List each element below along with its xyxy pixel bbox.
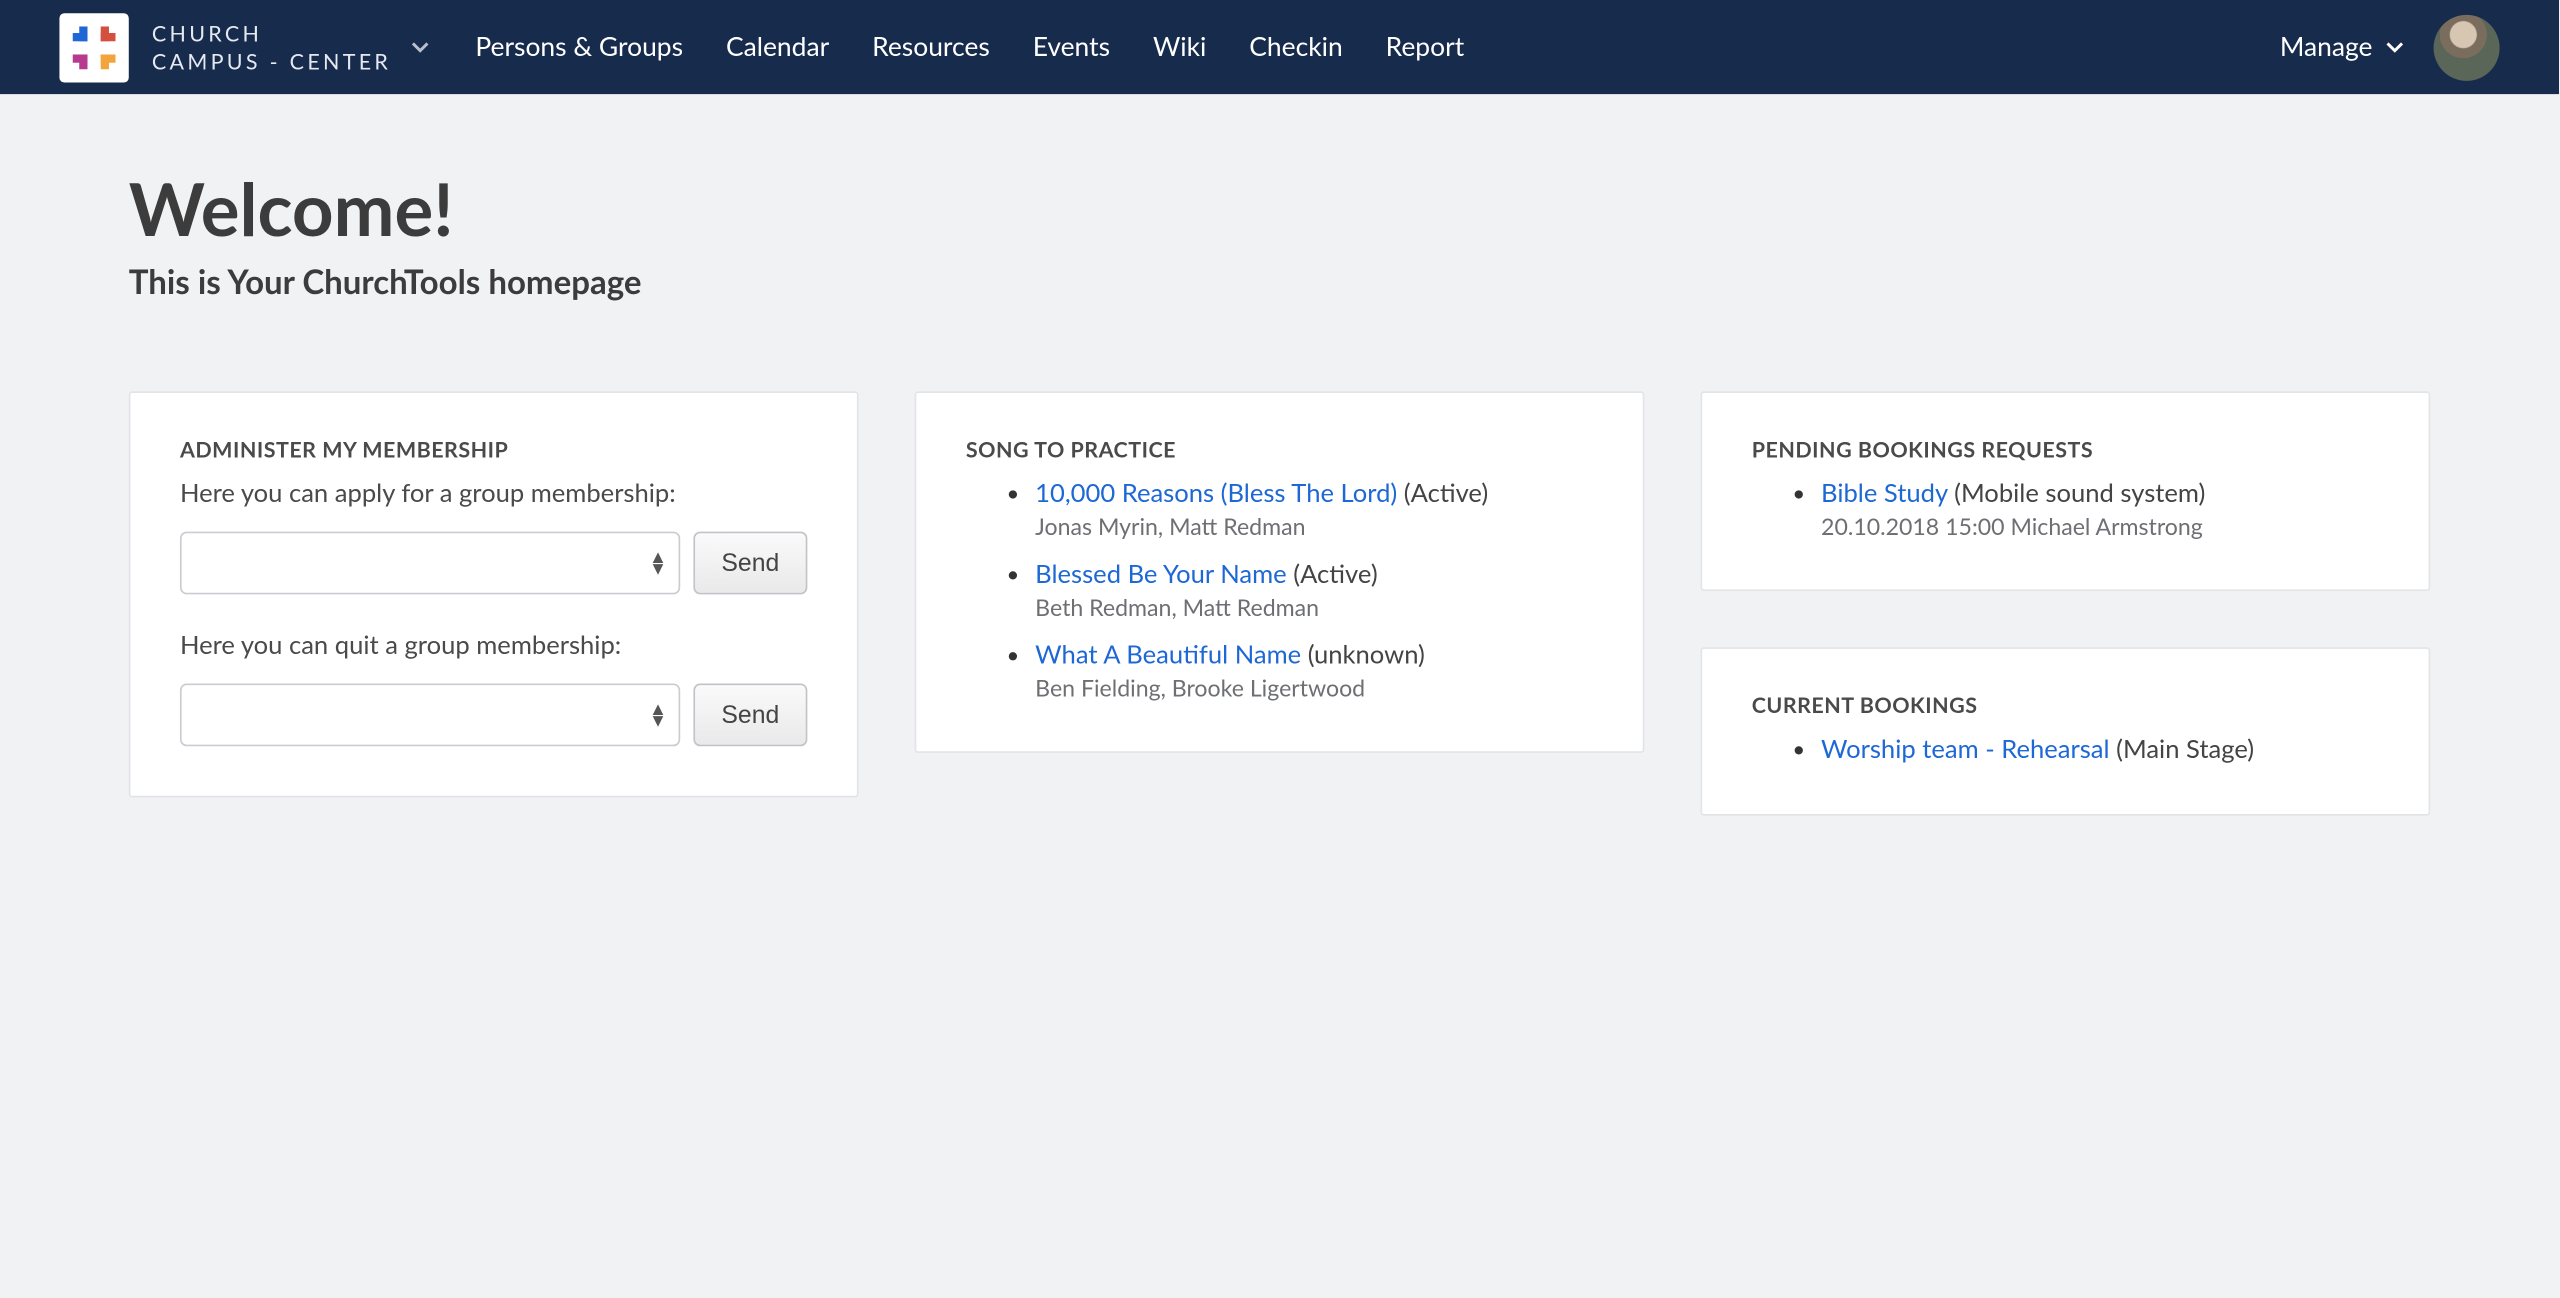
song-item: Blessed Be Your Name (Active) Beth Redma… — [1035, 560, 1593, 621]
nav-report[interactable]: Report — [1386, 31, 1465, 62]
nav-wiki[interactable]: Wiki — [1153, 31, 1206, 62]
brand-name: CHURCH CAMPUS - CENTER — [152, 19, 391, 75]
manage-label: Manage — [2280, 31, 2373, 62]
membership-apply-label: Here you can apply for a group membershi… — [180, 479, 807, 509]
songs-title: SONG TO PRACTICE — [966, 436, 1593, 462]
top-nav: CHURCH CAMPUS - CENTER Persons & Groups … — [0, 0, 2559, 94]
song-link[interactable]: 10,000 Reasons (Bless The Lord) — [1035, 479, 1397, 509]
song-status-text: (Active) — [1404, 479, 1488, 509]
pending-sub: 20.10.2018 15:00 Michael Armstrong — [1821, 512, 2379, 540]
nav-events[interactable]: Events — [1033, 31, 1110, 62]
song-item: What A Beautiful Name (unknown) Ben Fiel… — [1035, 641, 1593, 702]
manage-menu[interactable]: Manage — [2280, 31, 2404, 62]
current-item: Worship team - Rehearsal (Main Stage) — [1821, 735, 2379, 765]
membership-title: ADMINISTER MY MEMBERSHIP — [180, 436, 807, 462]
brand-line2: CAMPUS - CENTER — [152, 47, 391, 75]
quit-send-button[interactable]: Send — [693, 684, 807, 747]
pending-item: Bible Study (Mobile sound system) 20.10.… — [1821, 479, 2379, 540]
brand-line1: CHURCH — [152, 19, 391, 47]
nav-resources[interactable]: Resources — [872, 31, 990, 62]
pending-bookings-card: PENDING BOOKINGS REQUESTS Bible Study (M… — [1701, 391, 2431, 591]
apply-group-select[interactable] — [180, 532, 680, 595]
nav-checkin[interactable]: Checkin — [1249, 31, 1342, 62]
pending-title: PENDING BOOKINGS REQUESTS — [1752, 436, 2379, 462]
quit-group-select[interactable] — [180, 684, 680, 747]
current-title: CURRENT BOOKINGS — [1752, 692, 2379, 718]
page-subtitle: This is Your ChurchTools homepage — [129, 263, 2430, 303]
songs-card: SONG TO PRACTICE 10,000 Reasons (Bless T… — [915, 391, 1645, 753]
logo-icon — [73, 26, 116, 69]
current-extra: (Main Stage) — [2116, 735, 2254, 765]
song-status-text: (Active) — [1293, 560, 1377, 590]
song-link[interactable]: What A Beautiful Name — [1035, 641, 1301, 671]
song-authors: Ben Fielding, Brooke Ligertwood — [1035, 674, 1593, 702]
chevron-down-icon — [2386, 38, 2404, 56]
primary-nav: Persons & Groups Calendar Resources Even… — [475, 31, 1464, 62]
pending-extra: (Mobile sound system) — [1954, 479, 2205, 509]
current-link[interactable]: Worship team - Rehearsal — [1821, 735, 2110, 765]
nav-persons-groups[interactable]: Persons & Groups — [475, 31, 683, 62]
song-link[interactable]: Blessed Be Your Name — [1035, 560, 1287, 590]
membership-card: ADMINISTER MY MEMBERSHIP Here you can ap… — [129, 391, 859, 797]
song-status-text: (unknown) — [1308, 641, 1425, 671]
song-authors: Beth Redman, Matt Redman — [1035, 593, 1593, 621]
app-logo[interactable] — [59, 12, 128, 81]
brand-switcher[interactable] — [411, 38, 429, 56]
user-avatar[interactable] — [2434, 14, 2500, 80]
apply-send-button[interactable]: Send — [693, 532, 807, 595]
page-title: Welcome! — [129, 167, 2430, 253]
membership-quit-label: Here you can quit a group membership: — [180, 631, 807, 661]
current-bookings-card: CURRENT BOOKINGS Worship team - Rehearsa… — [1701, 647, 2431, 815]
song-item: 10,000 Reasons (Bless The Lord) (Active)… — [1035, 479, 1593, 540]
song-authors: Jonas Myrin, Matt Redman — [1035, 512, 1593, 540]
chevron-down-icon — [411, 38, 429, 56]
pending-link[interactable]: Bible Study — [1821, 479, 1948, 509]
nav-calendar[interactable]: Calendar — [726, 31, 829, 62]
